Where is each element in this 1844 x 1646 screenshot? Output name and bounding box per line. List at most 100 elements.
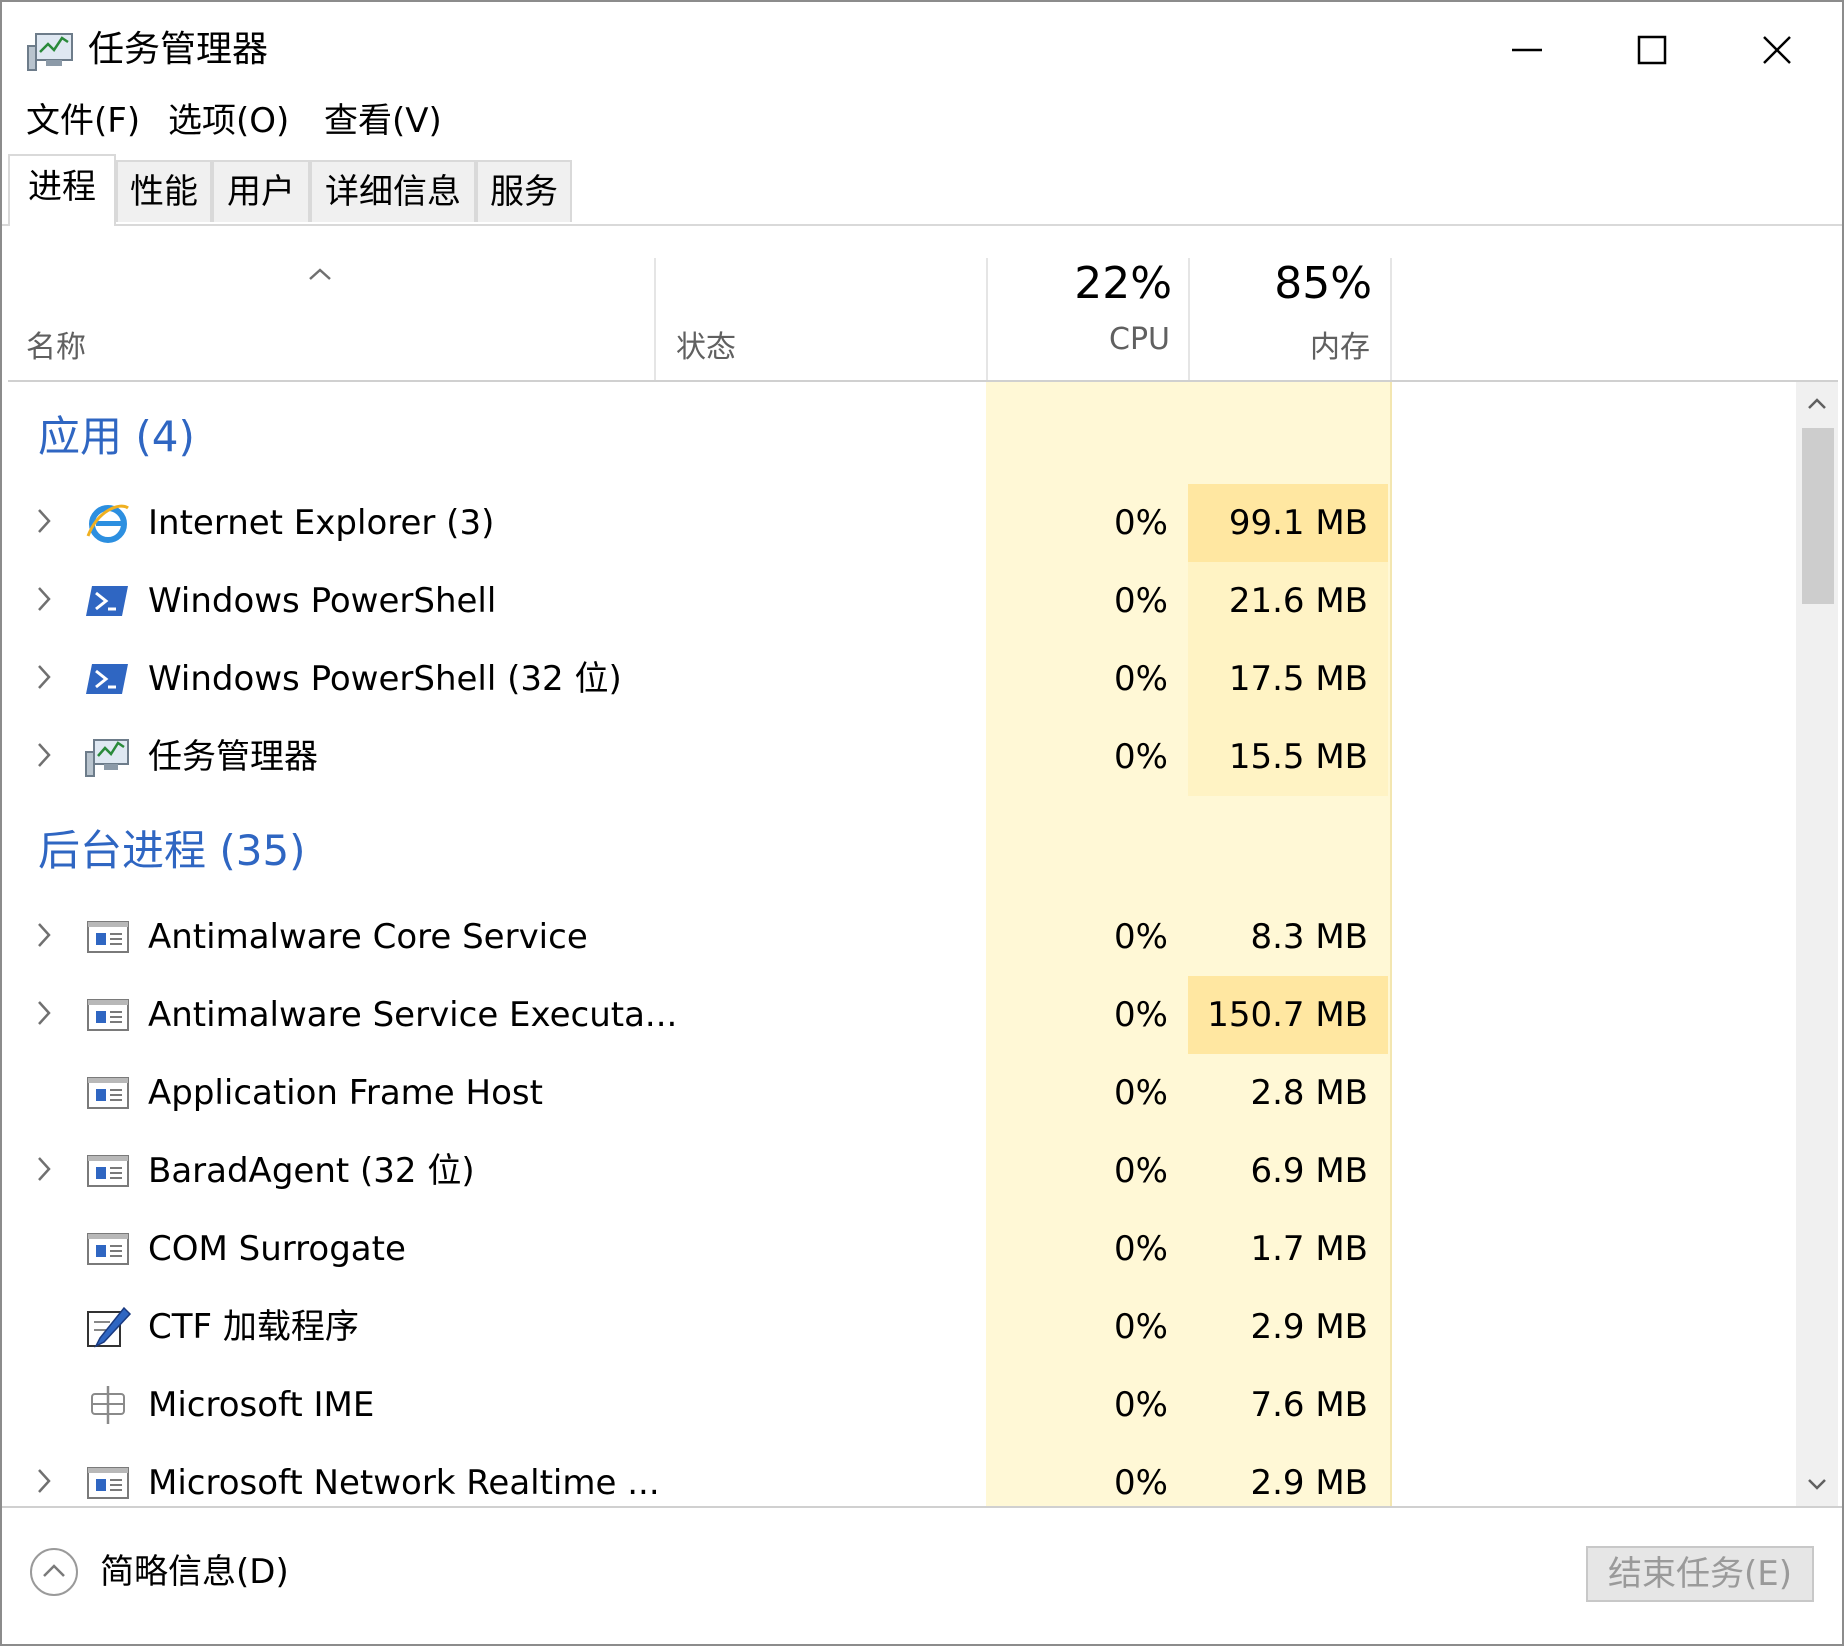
process-cpu: 0% <box>1114 1385 1168 1425</box>
menu-view[interactable]: 查看(V) <box>324 98 442 144</box>
process-name: BaradAgent (32 位) <box>148 1151 475 1191</box>
fewer-details-label[interactable]: 简略信息(D) <box>100 1546 289 1598</box>
chevron-down-icon <box>1808 1479 1826 1490</box>
chevron-up-icon <box>1808 398 1826 409</box>
task-manager-window: 任务管理器 文件(F) 选项(O) 查看(V) 进程 性能 用户 详细信息 服务 <box>0 0 1844 1646</box>
process-cpu: 0% <box>1114 995 1168 1035</box>
column-status-label: 状态 <box>676 330 736 365</box>
minimize-icon <box>1512 48 1542 52</box>
powershell-icon <box>84 656 132 702</box>
chevron-right-icon[interactable] <box>34 662 54 696</box>
menu-bar: 文件(F) 选项(O) 查看(V) <box>2 94 1842 150</box>
process-name: Windows PowerShell (32 位) <box>148 659 622 699</box>
process-name: Internet Explorer (3) <box>148 503 495 543</box>
process-memory: 6.9 MB <box>1250 1151 1368 1191</box>
process-memory: 15.5 MB <box>1188 718 1388 796</box>
apps-group-header[interactable]: 应用 (4) <box>8 382 1838 484</box>
chevron-right-icon[interactable] <box>34 1466 54 1500</box>
process-row[interactable]: CTF 加载程序 0% 2.9 MB <box>8 1288 1838 1366</box>
process-name: 任务管理器 <box>148 737 318 777</box>
tab-services[interactable]: 服务 <box>476 160 572 222</box>
background-group-header[interactable]: 后台进程 (35) <box>8 796 1838 898</box>
menu-file[interactable]: 文件(F) <box>26 98 140 144</box>
column-cpu-label: CPU <box>1109 322 1170 357</box>
chevron-right-icon[interactable] <box>34 584 54 618</box>
process-memory: 17.5 MB <box>1188 640 1388 718</box>
scroll-up-button[interactable] <box>1796 382 1838 426</box>
close-button[interactable] <box>1722 14 1832 86</box>
service-window-icon <box>84 914 132 960</box>
column-header: 名称 状态 22% CPU 85% 内存 <box>8 258 1838 382</box>
window-title: 任务管理器 <box>88 29 269 70</box>
group-title: 后台进程 (35) <box>38 826 306 875</box>
minimize-button[interactable] <box>1472 14 1582 86</box>
process-memory: 99.1 MB <box>1188 484 1388 562</box>
process-row[interactable]: Windows PowerShell 0% 21.6 MB <box>8 562 1838 640</box>
service-window-icon <box>84 1148 132 1194</box>
chevron-right-icon[interactable] <box>34 998 54 1032</box>
column-cpu-header[interactable]: 22% CPU <box>988 258 1188 380</box>
memory-total-percent: 85% <box>1274 258 1372 309</box>
cpu-total-percent: 22% <box>1074 258 1172 309</box>
process-row[interactable]: Internet Explorer (3) 0% 99.1 MB <box>8 484 1838 562</box>
process-list: 应用 (4) Internet Explorer (3) 0% 99.1 MB Wind… <box>8 382 1838 1506</box>
process-row[interactable]: Application Frame Host 0% 2.8 MB <box>8 1054 1838 1132</box>
scroll-thumb[interactable] <box>1802 428 1834 604</box>
footer-bar: 简略信息(D) 结束任务(E) <box>2 1506 1842 1644</box>
process-cpu: 0% <box>1114 917 1168 957</box>
group-title: 应用 (4) <box>38 412 195 461</box>
pen-edit-icon <box>84 1304 132 1350</box>
chevron-right-icon[interactable] <box>34 506 54 540</box>
process-row[interactable]: COM Surrogate 0% 1.7 MB <box>8 1210 1838 1288</box>
process-name: Windows PowerShell <box>148 581 497 621</box>
process-name: COM Surrogate <box>148 1229 406 1269</box>
process-memory: 21.6 MB <box>1188 562 1388 640</box>
process-row[interactable]: Antimalware Service Executa... 0% 150.7 MB <box>8 976 1838 1054</box>
end-task-button[interactable]: 结束任务(E) <box>1586 1546 1814 1602</box>
process-row[interactable]: BaradAgent (32 位) 0% 6.9 MB <box>8 1132 1838 1210</box>
column-name-header[interactable]: 名称 <box>8 258 654 380</box>
chevron-right-icon[interactable] <box>34 920 54 954</box>
process-cpu: 0% <box>1114 1073 1168 1113</box>
process-name: Antimalware Service Executa... <box>148 995 678 1035</box>
ie-icon <box>84 500 132 546</box>
process-name: Application Frame Host <box>148 1073 543 1113</box>
process-memory: 2.9 MB <box>1250 1307 1368 1347</box>
process-cpu: 0% <box>1114 1229 1168 1269</box>
tab-performance[interactable]: 性能 <box>116 160 212 222</box>
tab-details[interactable]: 详细信息 <box>310 160 476 222</box>
process-name: Antimalware Core Service <box>148 917 588 957</box>
process-cpu: 0% <box>1114 737 1168 777</box>
tab-processes[interactable]: 进程 <box>8 154 116 226</box>
close-icon <box>1763 36 1791 64</box>
column-name-label: 名称 <box>26 330 86 365</box>
menu-options[interactable]: 选项(O) <box>168 98 289 144</box>
process-row[interactable]: Microsoft IME 0% 7.6 MB <box>8 1366 1838 1444</box>
process-row[interactable]: Antimalware Core Service 0% 8.3 MB <box>8 898 1838 976</box>
process-cpu: 0% <box>1114 659 1168 699</box>
chevron-right-icon[interactable] <box>34 740 54 774</box>
process-cpu: 0% <box>1114 1151 1168 1191</box>
process-memory: 2.8 MB <box>1250 1073 1368 1113</box>
process-cpu: 0% <box>1114 1463 1168 1503</box>
scroll-down-button[interactable] <box>1796 1462 1838 1506</box>
column-memory-header[interactable]: 85% 内存 <box>1190 258 1390 380</box>
process-row[interactable]: 任务管理器 0% 15.5 MB <box>8 718 1838 796</box>
column-divider[interactable] <box>1390 258 1392 380</box>
process-memory: 7.6 MB <box>1250 1385 1368 1425</box>
column-status-header[interactable]: 状态 <box>656 258 986 380</box>
title-bar: 任务管理器 <box>2 2 1842 94</box>
process-row[interactable]: Microsoft Network Realtime ... 0% 2.9 MB <box>8 1444 1838 1506</box>
vertical-scrollbar[interactable] <box>1796 382 1838 1506</box>
service-window-icon <box>84 992 132 1038</box>
fewer-details-toggle[interactable] <box>28 1546 80 1598</box>
process-name: Microsoft Network Realtime ... <box>148 1463 660 1503</box>
process-row[interactable]: Windows PowerShell (32 位) 0% 17.5 MB <box>8 640 1838 718</box>
chevron-right-icon[interactable] <box>34 1154 54 1188</box>
task-manager-icon <box>84 734 132 780</box>
service-window-icon <box>84 1460 132 1506</box>
maximize-button[interactable] <box>1597 14 1707 86</box>
tab-users[interactable]: 用户 <box>212 160 310 222</box>
chevron-up-circle-icon <box>30 1548 78 1596</box>
process-cpu: 0% <box>1114 1307 1168 1347</box>
